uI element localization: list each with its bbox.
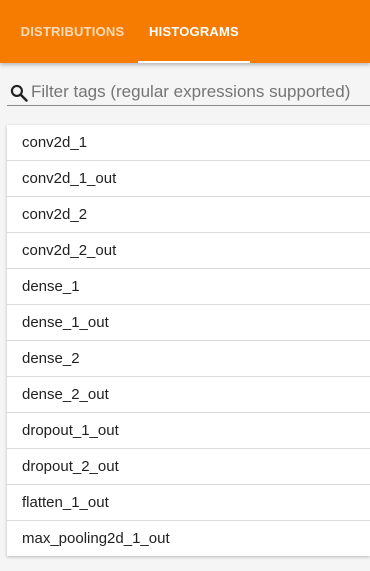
list-item[interactable]: max_pooling2d_1_out (7, 521, 370, 556)
tab-histograms-label: HISTOGRAMS (149, 24, 239, 39)
tag-filter (7, 80, 370, 106)
search-icon (10, 84, 28, 102)
active-tab-indicator (138, 61, 250, 63)
list-item[interactable]: dropout_2_out (7, 449, 370, 485)
list-item[interactable]: dense_2_out (7, 377, 370, 413)
tab-distributions-label: DISTRIBUTIONS (20, 24, 125, 39)
list-item[interactable]: conv2d_2_out (7, 233, 370, 269)
tab-histograms[interactable]: HISTOGRAMS (138, 0, 250, 63)
list-item[interactable]: conv2d_1_out (7, 161, 370, 197)
list-item[interactable]: conv2d_2 (7, 197, 370, 233)
tab-distributions[interactable]: DISTRIBUTIONS (7, 0, 138, 63)
top-toolbar: DISTRIBUTIONS HISTOGRAMS (0, 0, 370, 63)
list-item[interactable]: flatten_1_out (7, 485, 370, 521)
list-item[interactable]: dense_2 (7, 341, 370, 377)
list-item[interactable]: conv2d_1 (7, 125, 370, 161)
list-item[interactable]: dropout_1_out (7, 413, 370, 449)
list-item[interactable]: dense_1 (7, 269, 370, 305)
tag-list: conv2d_1 conv2d_1_out conv2d_2 conv2d_2_… (7, 125, 370, 556)
list-item[interactable]: dense_1_out (7, 305, 370, 341)
tag-filter-input[interactable] (31, 80, 366, 104)
